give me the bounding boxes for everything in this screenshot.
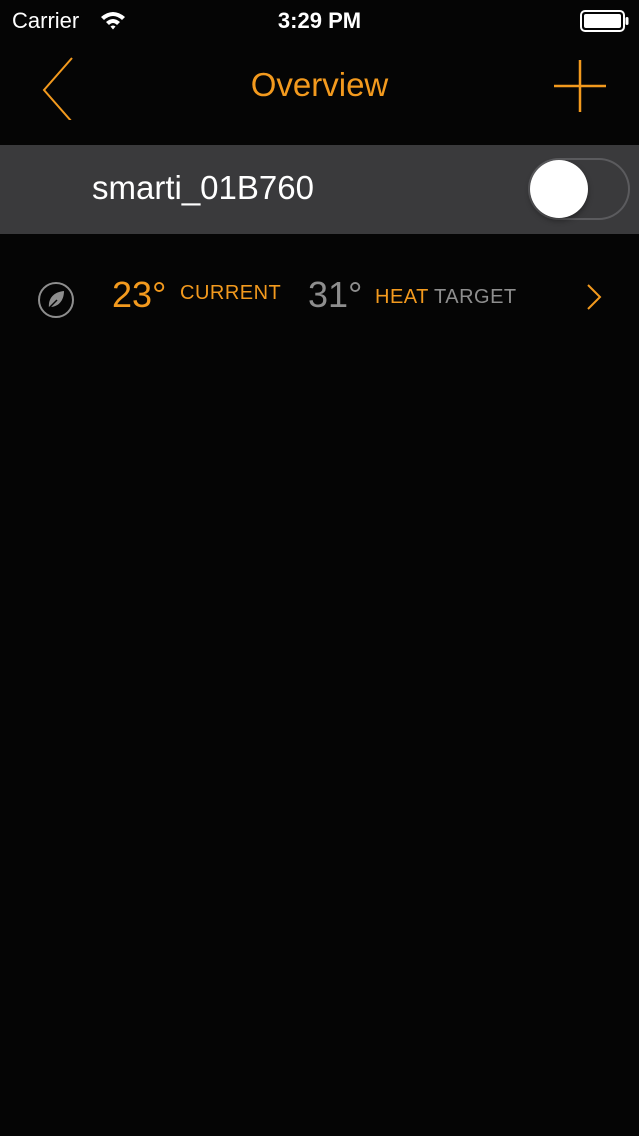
device-power-toggle[interactable] (528, 158, 630, 220)
chevron-right-icon (587, 284, 602, 310)
plus-icon (554, 60, 606, 112)
toggle-knob (530, 160, 588, 218)
heat-mode-label: HEAT (375, 286, 429, 308)
current-label: CURRENT (180, 282, 282, 304)
battery-icon (580, 10, 629, 32)
device-name: smarti_01B760 (92, 169, 314, 206)
add-button[interactable] (548, 54, 612, 118)
target-temperature: 31° (308, 274, 363, 315)
status-bar: Carrier 3:29 PM (0, 0, 639, 42)
status-time: 3:29 PM (277, 8, 362, 33)
leaf-icon (38, 282, 74, 318)
zone-row[interactable]: 23° CURRENT 31° HEAT TARGET (0, 252, 639, 346)
page-title: Overview (250, 66, 389, 103)
current-temperature: 23° (112, 274, 167, 315)
target-label: TARGET (434, 286, 517, 308)
navigation-bar: Overview (0, 42, 639, 144)
device-header-row: smarti_01B760 (0, 145, 639, 234)
